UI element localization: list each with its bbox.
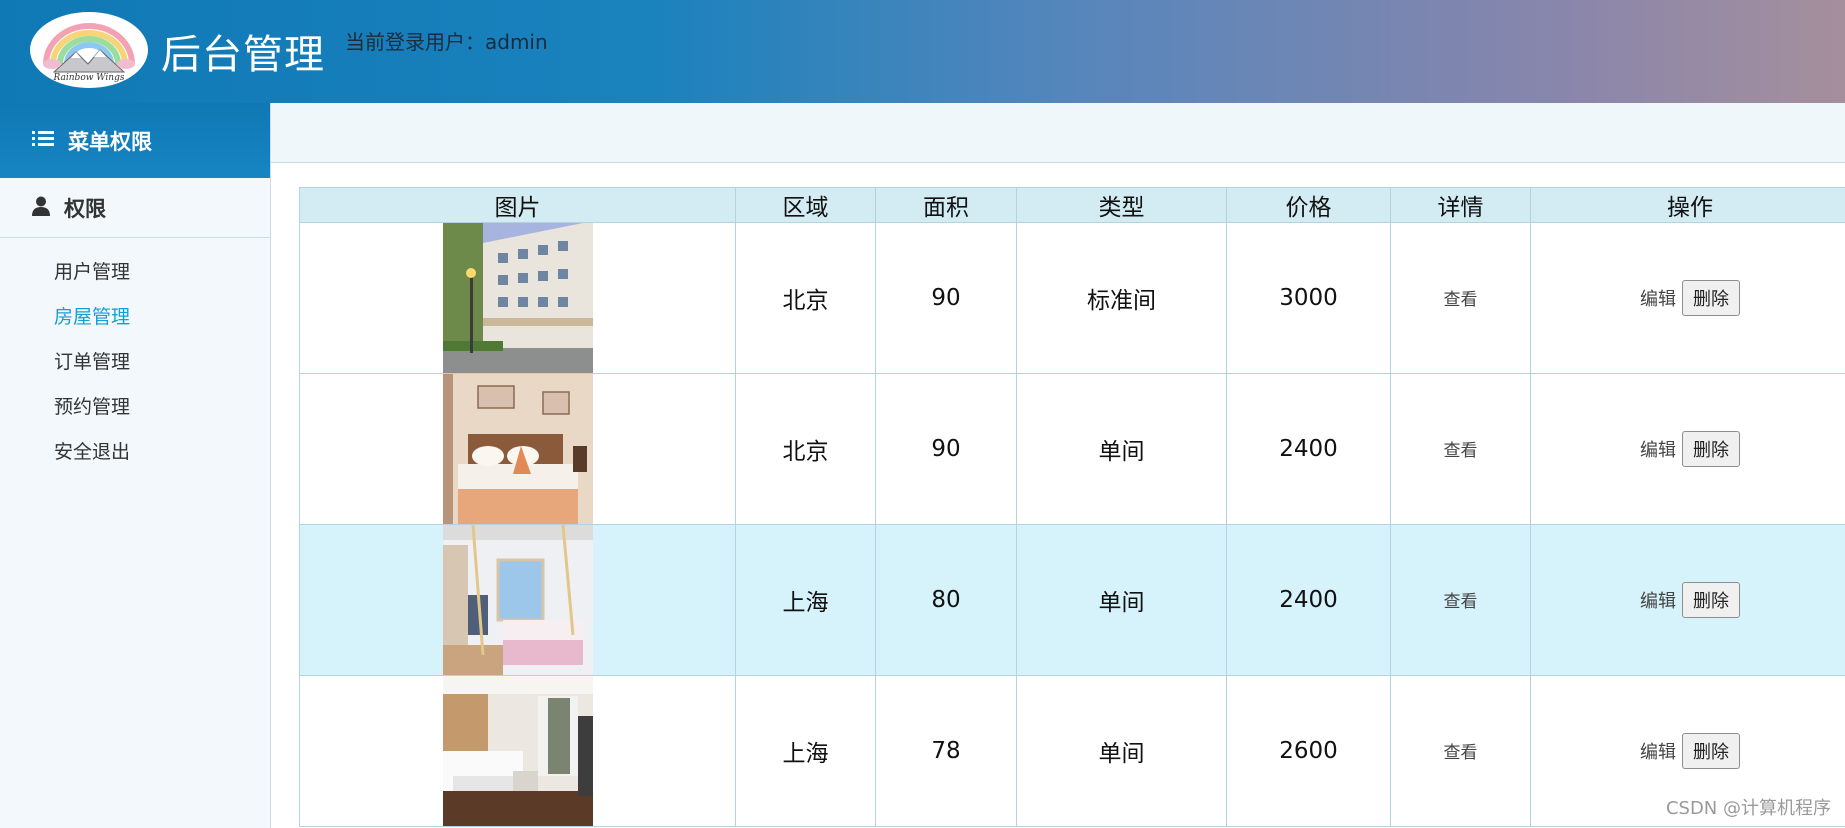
app-title: 后台管理 bbox=[161, 32, 325, 78]
edit-link[interactable]: 编辑 bbox=[1640, 440, 1676, 461]
edit-link[interactable]: 编辑 bbox=[1640, 591, 1676, 612]
sidebar: 菜单权限 权限 用户管理 房屋管理 订单管理 预约管理 安全退出 bbox=[0, 103, 271, 828]
house-photo bbox=[442, 374, 593, 524]
price-cell: 3000 bbox=[1226, 222, 1391, 374]
sidebar-item-orders[interactable]: 订单管理 bbox=[0, 340, 270, 385]
photo-cell bbox=[299, 222, 736, 374]
view-detail-link[interactable]: 查看 bbox=[1444, 290, 1478, 310]
col-header-type: 类型 bbox=[1016, 187, 1227, 223]
sidebar-group-permissions[interactable]: 权限 bbox=[0, 178, 270, 238]
price-cell: 2400 bbox=[1226, 524, 1391, 676]
csdn-watermark: CSDN @计算机程序 bbox=[1665, 798, 1831, 819]
sidebar-menu-title: 菜单权限 bbox=[68, 129, 152, 154]
edit-link[interactable]: 编辑 bbox=[1640, 289, 1676, 310]
detail-cell: 查看 bbox=[1390, 373, 1531, 525]
detail-cell: 查看 bbox=[1390, 675, 1531, 827]
house-table: 图片 区域 面积 类型 价格 详情 操作 北京 90 标准间 3000 查看 编… bbox=[299, 187, 1845, 827]
sidebar-item-houses[interactable]: 房屋管理 bbox=[0, 295, 270, 340]
type-cell: 单间 bbox=[1016, 675, 1227, 827]
sidebar-menu-header: 菜单权限 bbox=[0, 103, 270, 178]
edit-link[interactable]: 编辑 bbox=[1640, 742, 1676, 763]
table-row: 上海 78 单间 2600 查看 编辑 删除 bbox=[299, 675, 1845, 827]
region-cell: 上海 bbox=[735, 675, 876, 827]
type-cell: 单间 bbox=[1016, 373, 1227, 525]
area-cell: 78 bbox=[875, 675, 1017, 827]
app-header: Rainbow Wings 后台管理 当前登录用户：admin bbox=[0, 0, 1845, 103]
col-header-price: 价格 bbox=[1226, 187, 1391, 223]
sidebar-item-logout[interactable]: 安全退出 bbox=[0, 430, 270, 475]
rainbow-logo: Rainbow Wings bbox=[30, 12, 148, 88]
sidebar-group-label: 权限 bbox=[64, 196, 106, 221]
price-cell: 2400 bbox=[1226, 373, 1391, 525]
photo-cell bbox=[299, 524, 736, 676]
col-header-photo: 图片 bbox=[299, 187, 736, 223]
logo-caption: Rainbow Wings bbox=[53, 73, 125, 83]
table-row: 上海 80 单间 2400 查看 编辑 删除 bbox=[299, 524, 1845, 676]
area-cell: 90 bbox=[875, 373, 1017, 525]
content-toolbar bbox=[271, 103, 1845, 163]
delete-button[interactable]: 删除 bbox=[1682, 733, 1740, 769]
col-header-actions: 操作 bbox=[1530, 187, 1845, 223]
house-photo bbox=[442, 525, 593, 675]
house-photo bbox=[442, 223, 593, 373]
area-cell: 80 bbox=[875, 524, 1017, 676]
delete-button[interactable]: 删除 bbox=[1682, 582, 1740, 618]
detail-cell: 查看 bbox=[1390, 524, 1531, 676]
sidebar-item-users[interactable]: 用户管理 bbox=[0, 250, 270, 295]
col-header-region: 区域 bbox=[735, 187, 876, 223]
current-user-label: 当前登录用户：admin bbox=[345, 30, 548, 54]
price-cell: 2600 bbox=[1226, 675, 1391, 827]
table-row: 北京 90 单间 2400 查看 编辑 删除 bbox=[299, 373, 1845, 525]
actions-cell: 编辑 删除 bbox=[1530, 222, 1845, 374]
view-detail-link[interactable]: 查看 bbox=[1444, 743, 1478, 763]
user-icon bbox=[32, 196, 50, 220]
area-cell: 90 bbox=[875, 222, 1017, 374]
type-cell: 标准间 bbox=[1016, 222, 1227, 374]
table-header-row: 图片 区域 面积 类型 价格 详情 操作 bbox=[299, 187, 1845, 223]
table-row: 北京 90 标准间 3000 查看 编辑 删除 bbox=[299, 222, 1845, 374]
region-cell: 北京 bbox=[735, 222, 876, 374]
detail-cell: 查看 bbox=[1390, 222, 1531, 374]
house-photo bbox=[442, 676, 593, 826]
delete-button[interactable]: 删除 bbox=[1682, 280, 1740, 316]
actions-cell: 编辑 删除 bbox=[1530, 524, 1845, 676]
actions-cell: 编辑 删除 bbox=[1530, 373, 1845, 525]
region-cell: 上海 bbox=[735, 524, 876, 676]
col-header-area: 面积 bbox=[875, 187, 1017, 223]
delete-button[interactable]: 删除 bbox=[1682, 431, 1740, 467]
col-header-detail: 详情 bbox=[1390, 187, 1531, 223]
type-cell: 单间 bbox=[1016, 524, 1227, 676]
view-detail-link[interactable]: 查看 bbox=[1444, 592, 1478, 612]
photo-cell bbox=[299, 373, 736, 525]
view-detail-link[interactable]: 查看 bbox=[1444, 441, 1478, 461]
region-cell: 北京 bbox=[735, 373, 876, 525]
sidebar-item-reservations[interactable]: 预约管理 bbox=[0, 385, 270, 430]
sidebar-nav: 用户管理 房屋管理 订单管理 预约管理 安全退出 bbox=[0, 238, 270, 475]
photo-cell bbox=[299, 675, 736, 827]
list-icon bbox=[32, 130, 54, 152]
